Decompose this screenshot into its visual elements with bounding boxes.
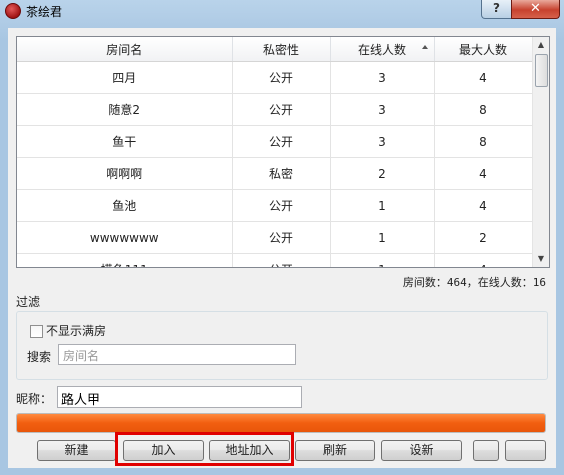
- cell-max: 4: [434, 189, 533, 222]
- cell-room-name: 鱼池: [17, 189, 233, 222]
- cell-online: 2: [330, 157, 435, 190]
- close-button[interactable]: ✕: [511, 0, 560, 19]
- settings-button[interactable]: 设新: [381, 440, 462, 461]
- cell-privacy: 公开: [232, 221, 331, 254]
- column-header-room-name[interactable]: 房间名: [17, 37, 233, 62]
- cell-max: 4: [434, 157, 533, 190]
- cell-room-name: 摸鱼111: [17, 253, 233, 267]
- filter-group: 不显示满房 搜索 房间名: [16, 311, 548, 380]
- cell-room-name: 四月: [17, 61, 233, 94]
- cell-room-name: 鱼干: [17, 125, 233, 158]
- cell-room-name: 啊啊啊: [17, 157, 233, 190]
- column-header-max[interactable]: 最大人数: [434, 37, 533, 62]
- scroll-up-icon[interactable]: ▲: [533, 37, 549, 53]
- table-row[interactable]: wwwwwww 公开 1 2: [17, 221, 533, 254]
- cell-privacy: 公开: [232, 253, 331, 267]
- cell-online: 1: [330, 221, 435, 254]
- cell-online: 1: [330, 253, 435, 267]
- scroll-down-icon[interactable]: ▼: [533, 251, 549, 267]
- app-logo-icon: [5, 3, 21, 19]
- table-row[interactable]: 摸鱼111公开14: [17, 253, 533, 267]
- progress-bar: [16, 413, 546, 433]
- cell-max: 4: [434, 61, 533, 94]
- cell-room-name: 随意2: [17, 93, 233, 126]
- sort-ascending-icon: [421, 45, 428, 49]
- hide-full-checkbox[interactable]: [30, 325, 43, 338]
- extra-button-2[interactable]: [505, 440, 546, 461]
- cell-privacy: 公开: [232, 93, 331, 126]
- extra-button-1[interactable]: [473, 440, 499, 461]
- table-row[interactable]: 鱼干 公开 3 8: [17, 125, 533, 158]
- table-row[interactable]: 随意2 公开 3 8: [17, 93, 533, 126]
- cell-room-name: wwwwwww: [17, 221, 233, 254]
- table-row[interactable]: 鱼池 公开 1 4: [17, 189, 533, 222]
- table-row[interactable]: 啊啊啊 私密 2 4: [17, 157, 533, 190]
- cell-online: 1: [330, 189, 435, 222]
- search-label: 搜索: [27, 350, 52, 364]
- cell-privacy: 公开: [232, 61, 331, 94]
- table-row[interactable]: 四月 公开 3 4: [17, 61, 533, 94]
- vertical-scrollbar[interactable]: ▲ ▼: [532, 37, 549, 267]
- nickname-label: 昵称：: [16, 392, 53, 406]
- filter-label: 过滤: [16, 295, 41, 309]
- join-buttons-highlight: [115, 432, 294, 466]
- cell-privacy: 公开: [232, 189, 331, 222]
- cell-online: 3: [330, 125, 435, 158]
- table-header-row: 房间名 私密性 在线人数 最大人数: [17, 37, 533, 62]
- cell-privacy: 私密: [232, 157, 331, 190]
- progress-bar-fill: [17, 414, 545, 432]
- cell-online: 3: [330, 93, 435, 126]
- search-input[interactable]: 房间名: [58, 344, 296, 365]
- column-header-privacy[interactable]: 私密性: [232, 37, 331, 62]
- nickname-input[interactable]: 路人甲: [57, 386, 302, 408]
- cell-max: 2: [434, 221, 533, 254]
- refresh-button[interactable]: 刷新: [295, 440, 375, 461]
- cell-max: 8: [434, 125, 533, 158]
- main-window: 茶绘君 ? ✕ 房间名 私密性 在线人数 最大人数 四月 公开 3 4 随意2 公开 3 8 鱼…: [0, 0, 564, 475]
- cell-max: 4: [434, 253, 533, 267]
- room-table[interactable]: 房间名 私密性 在线人数 最大人数 四月 公开 3 4 随意2 公开 3 8 鱼干 公开 3 8 啊啊啊…: [16, 36, 550, 268]
- room-stats: 房间数：464，在线人数：16: [402, 276, 546, 289]
- column-header-online[interactable]: 在线人数: [330, 37, 435, 62]
- title-bar[interactable]: 茶绘君 ? ✕: [0, 0, 564, 22]
- cell-privacy: 公开: [232, 125, 331, 158]
- cell-max: 8: [434, 93, 533, 126]
- new-room-button[interactable]: 新建: [37, 440, 116, 461]
- client-area: 房间名 私密性 在线人数 最大人数 四月 公开 3 4 随意2 公开 3 8 鱼干 公开 3 8 啊啊啊…: [8, 28, 556, 468]
- window-title: 茶绘君: [26, 5, 63, 19]
- hide-full-label[interactable]: 不显示满房: [46, 322, 106, 339]
- scrollbar-thumb[interactable]: [535, 54, 548, 87]
- help-button[interactable]: ?: [481, 0, 512, 19]
- cell-online: 3: [330, 61, 435, 94]
